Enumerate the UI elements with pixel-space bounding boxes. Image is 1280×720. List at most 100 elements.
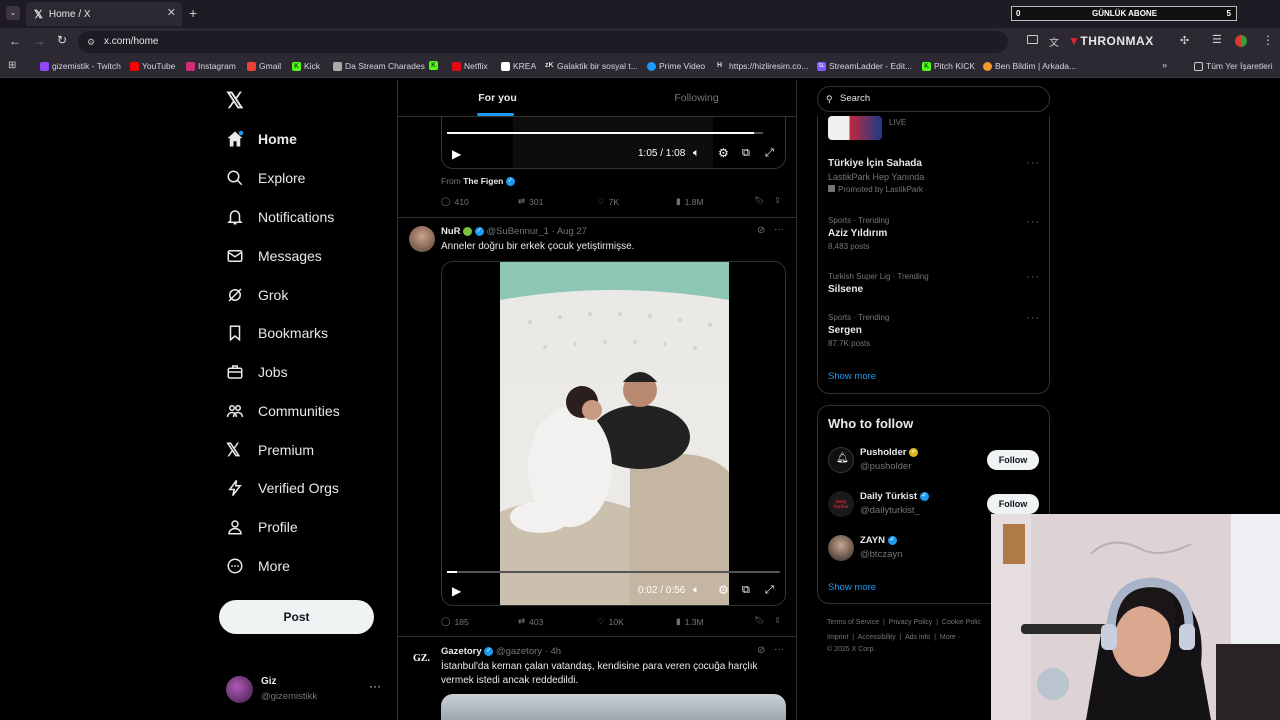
author-handle[interactable]: @SuBennur_1 — [486, 226, 548, 237]
like-action[interactable]: ♡ 10K — [597, 616, 624, 627]
post-video-player[interactable]: ▶ 1:05 / 1:08 🔈︎ ⚙ ⧉ ⤢ — [441, 117, 786, 169]
bookmark-pitch-kick[interactable]: K Pitch KICK — [922, 61, 975, 71]
footer-link[interactable]: Cookie Polic — [942, 619, 981, 626]
post-date[interactable]: · 4h — [545, 646, 561, 657]
search-input[interactable]: ⚲ Search — [817, 86, 1050, 112]
post-more-icon[interactable]: ··· — [774, 644, 784, 655]
bookmark-ben-bildim[interactable]: Ben Bildim | Arkada... — [983, 61, 1076, 71]
video-progress-bar[interactable] — [447, 571, 780, 573]
bookmark-twitch[interactable]: gizemistik - Twitch — [40, 61, 121, 71]
pip-icon[interactable]: ⧉ — [742, 147, 750, 160]
reload-icon[interactable]: ↻ — [57, 33, 67, 47]
tab-close-icon[interactable]: ✕ — [167, 6, 176, 19]
nav-jobs[interactable]: Jobs — [226, 357, 288, 387]
back-icon[interactable]: ← — [9, 34, 21, 48]
avatar[interactable] — [828, 535, 854, 561]
bookmark-prime-video[interactable]: Prime Video — [647, 61, 705, 71]
bookmark-action-icon[interactable]: 🔖︎ — [754, 615, 765, 626]
avatar[interactable]: 🔔︎ — [828, 447, 854, 473]
show-more-link[interactable]: Show more — [828, 582, 876, 593]
views-action[interactable]: ▮ 1.3M — [676, 616, 704, 627]
nav-bookmarks[interactable]: Bookmarks — [226, 318, 328, 348]
footer-link[interactable]: Ads info — [905, 634, 930, 641]
author-handle[interactable]: @gazetory — [496, 646, 542, 657]
nav-grok[interactable]: Grok — [226, 280, 288, 310]
promoted-trend[interactable]: Türkiye İçin Sahada LastikPark Hep Yanın… — [828, 158, 1040, 194]
trend-item[interactable]: Turkish Super Lig · Trending Silsene — [828, 272, 1028, 295]
settings-gear-icon[interactable]: ⚙ — [718, 146, 729, 160]
tab-following[interactable]: Following — [597, 80, 796, 117]
show-more-link[interactable]: Show more — [828, 371, 876, 382]
reply-action[interactable]: ◯ 185 — [441, 616, 469, 627]
post-image[interactable] — [441, 694, 786, 720]
trend-more-icon[interactable]: ··· — [1026, 216, 1040, 228]
apps-grid-icon[interactable]: ⊞ — [8, 60, 16, 71]
trend-more-icon[interactable]: ··· — [1026, 271, 1040, 283]
browser-tab[interactable]: 𝕏 Home / X ✕ — [26, 2, 182, 26]
post-more-icon[interactable]: ··· — [774, 224, 784, 235]
bookmark-action-icon[interactable]: 🔖︎ — [754, 195, 765, 206]
bookmark-stream-charades[interactable]: Da Stream Charades — [333, 61, 425, 71]
avatar[interactable] — [409, 226, 435, 252]
bookmarks-overflow-icon[interactable]: » — [1162, 60, 1167, 70]
nav-messages[interactable]: Messages — [226, 241, 322, 271]
fullscreen-icon[interactable]: ⤢ — [765, 147, 774, 160]
forward-icon[interactable]: → — [33, 34, 45, 48]
account-info[interactable]: ZAYN ✓ @btczayn — [860, 535, 902, 560]
bookmark-youtube[interactable]: YouTube — [130, 61, 175, 71]
repost-action[interactable]: ⇄ 301 — [518, 196, 543, 207]
profile-avatar-icon[interactable] — [1235, 35, 1247, 47]
trend-more-icon[interactable]: ··· — [1026, 157, 1040, 169]
bookmark-kick-2[interactable]: K — [429, 61, 438, 70]
new-tab-icon[interactable]: + — [189, 5, 197, 21]
nav-more[interactable]: More — [226, 551, 290, 581]
play-icon[interactable]: ▶ — [452, 584, 461, 598]
bookmark-streamladder[interactable]: SL StreamLadder - Edit... — [817, 61, 912, 71]
account-info[interactable]: Pusholder ✓ @pusholder — [860, 447, 919, 472]
cast-icon[interactable] — [1027, 35, 1038, 44]
url-field[interactable]: ⚙ x.com/home — [78, 31, 1008, 53]
x-logo[interactable]: 𝕏 — [226, 88, 244, 114]
site-info-icon[interactable]: ⚙ — [87, 31, 95, 53]
bookmark-gmail[interactable]: Gmail — [247, 61, 281, 71]
promo-thumbnail[interactable] — [828, 116, 882, 140]
tab-search-chevron-icon[interactable]: ⌄ — [6, 6, 20, 20]
author-name[interactable]: NuR — [441, 226, 461, 237]
trend-item[interactable]: Sports · Trending Sergen 87.7K posts — [828, 313, 1028, 348]
volume-icon[interactable]: 🔈︎ — [693, 147, 700, 160]
browser-menu-icon[interactable]: ⋮ — [1262, 33, 1274, 47]
trend-more-icon[interactable]: ··· — [1026, 312, 1040, 324]
play-icon[interactable]: ▶ — [452, 147, 461, 161]
follow-button[interactable]: Follow — [987, 450, 1039, 470]
volume-icon[interactable]: 🔈︎ — [693, 584, 700, 597]
share-icon[interactable]: ⇪ — [774, 195, 781, 206]
bookmark-instagram[interactable]: Instagram — [186, 61, 236, 71]
post-video-player[interactable]: ▶ 0:02 / 0:56 🔈︎ ⚙ ⧉ ⤢ — [441, 261, 786, 606]
post-button[interactable]: Post — [219, 600, 374, 634]
from-name[interactable]: The Figen — [463, 176, 503, 186]
like-action[interactable]: ♡ 7K — [597, 196, 619, 207]
account-more-icon[interactable]: ··· — [369, 679, 381, 693]
grok-explain-icon[interactable]: ⊘ — [757, 225, 765, 236]
bookmark-kick[interactable]: K Kick — [292, 61, 320, 71]
account-info[interactable]: Daily Türkist ✓ @dailyturkist_ — [860, 491, 929, 516]
trend-item[interactable]: Sports · Trending Aziz Yıldırım 8,483 po… — [828, 216, 1028, 251]
translate-icon[interactable]: 文 — [1049, 34, 1059, 49]
views-action[interactable]: ▮ 1.8M — [676, 196, 704, 207]
post-date[interactable]: · Aug 27 — [552, 226, 587, 237]
all-bookmarks[interactable]: Tüm Yer İşaretleri — [1194, 61, 1273, 71]
bookmark-krea[interactable]: KREA — [501, 61, 536, 71]
avatar[interactable]: Daily Türkist — [828, 491, 854, 517]
pip-icon[interactable]: ⧉ — [742, 584, 750, 597]
share-icon[interactable]: ⇪ — [774, 615, 781, 626]
account-switcher[interactable]: Giz @gizemistikk ··· — [226, 674, 386, 706]
fullscreen-icon[interactable]: ⤢ — [765, 584, 774, 597]
settings-gear-icon[interactable]: ⚙ — [718, 583, 729, 597]
avatar[interactable]: GZ. — [409, 646, 435, 672]
grok-explain-icon[interactable]: ⊘ — [757, 645, 765, 656]
footer-link[interactable]: More · — [940, 634, 960, 641]
footer-link[interactable]: Accessibility — [858, 634, 896, 641]
footer-link[interactable]: Privacy Policy — [889, 619, 933, 626]
reply-action[interactable]: ◯ 410 — [441, 196, 469, 207]
author-name[interactable]: Gazetory — [441, 646, 482, 657]
